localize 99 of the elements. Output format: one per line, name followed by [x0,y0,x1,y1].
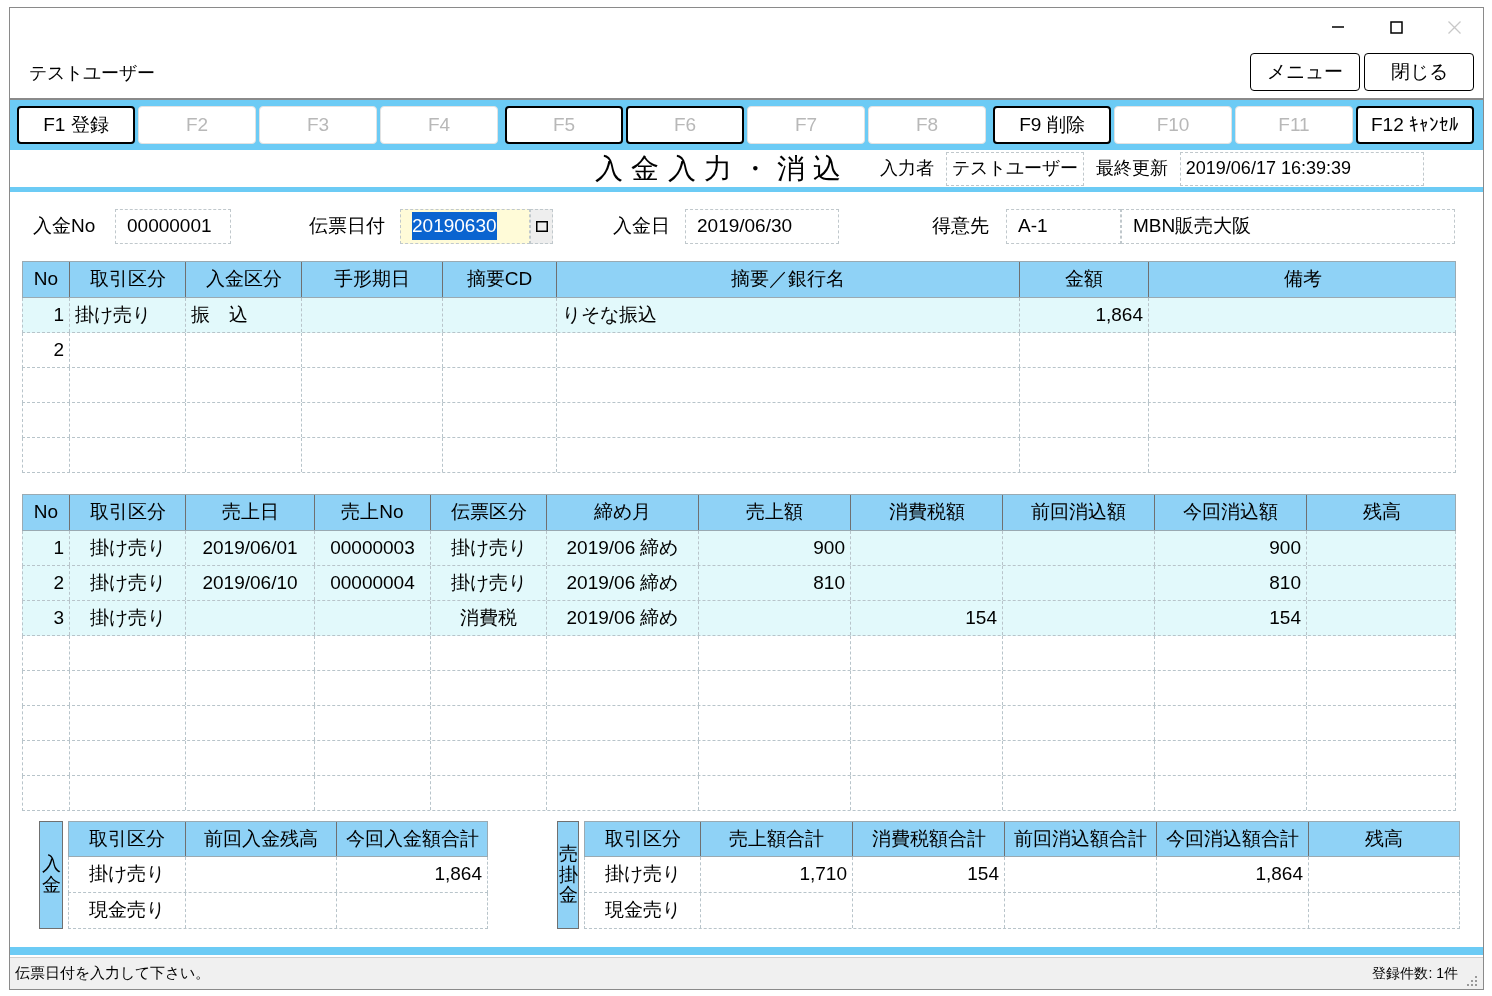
table-cell: りそな振込 [556,298,1019,332]
function-key[interactable]: F9 削除 [993,106,1111,144]
column-header: 取引区分 [69,262,185,297]
resize-grip-icon [1466,974,1478,987]
column-header: 消費税額 [850,495,1002,530]
table-cell: 2019/06/10 [185,566,314,600]
input-field[interactable]: MBN販売大阪 [1121,208,1455,244]
table-cell: 1,710 [700,857,852,892]
table-cell: 2019/06 締め [546,601,698,635]
column-header: 前回消込額合計 [1004,822,1156,856]
column-header: 金額 [1019,262,1148,297]
minimize-icon [1332,26,1344,28]
record-count: 登録件数: 1件 [1372,964,1458,983]
table-row[interactable]: 2 掛け売り 2019/06/10 00000004 掛け売り 2019/06 締め 810 810 [22,566,1456,601]
table-cell: 振 込 [185,298,301,332]
square-icon [535,220,548,232]
function-key[interactable]: F12 ｷｬﾝｾﾙ [1356,106,1474,144]
column-header: 取引区分 [88,826,166,851]
table-row[interactable]: 1 掛け売り 振 込 りそな振込 1,864 [22,298,1456,333]
table-cell: 1,864 [1019,298,1148,332]
column-header: 伝票区分 [430,495,546,530]
column-header: 残高 [1306,495,1457,530]
calendar-button[interactable] [530,208,553,244]
column-header: 前回消込額 [1002,495,1154,530]
input-field[interactable]: 2019/06/30 [685,208,839,244]
table-cell: 1,864 [1156,857,1308,892]
entered-by-field[interactable]: テストユーザー [945,151,1084,186]
table-cell: 154 [850,601,1002,635]
column-header: 残高 [1308,822,1459,856]
table-cell: 00000004 [314,566,430,600]
table-cell: 154 [1154,601,1306,635]
column-header: 消費税額合計 [852,822,1004,856]
close-button[interactable]: 閉じる [1364,53,1474,91]
input-field[interactable]: A-1 [1006,208,1121,244]
table-cell: 掛け売り [430,531,546,565]
column-header: 取引区分 [603,826,682,851]
user-name: テストユーザー [29,62,155,85]
table-cell: 2019/06 締め [546,531,698,565]
field-label: 入金日 [613,213,671,238]
table-row[interactable]: 3 掛け売り 消費税 2019/06 締め 154 154 [22,601,1456,636]
table-cell-text: 掛け売り [88,862,166,887]
column-header: No [32,500,60,525]
menu-button[interactable]: メニュー [1250,53,1360,91]
column-header: No [32,267,60,292]
table-cell-text: 現金売り [88,898,166,923]
table-cell: 2019/06/01 [185,531,314,565]
table-cell-text: 1 [52,302,65,327]
table-row[interactable]: 1 掛け売り 2019/06/01 00000003 掛け売り 2019/06 締め 900 900 [22,531,1456,566]
entered-by-label: 入力者 [879,157,934,180]
table-cell: 掛け売り [69,531,185,565]
table-cell: 154 [852,857,1004,892]
table-cell: 810 [698,566,850,600]
screen-title: 入金入力・消込 [595,151,850,186]
field-label: 伝票日付 [309,213,386,238]
column-header: 入金区分 [185,262,301,297]
field-label: 入金No [33,213,97,238]
column-header: 手形期日 [301,262,442,297]
function-key[interactable]: F1 登録 [17,106,135,144]
maximize-icon [1389,20,1403,34]
table-cell: 1,864 [336,857,487,892]
column-header: 売上額合計 [700,822,852,856]
table-cell: 2019/06 締め [546,566,698,600]
input-field[interactable]: 00000001 [115,208,231,244]
column-header: 締め月 [546,495,698,530]
column-header: 今回消込額合計 [1156,822,1308,856]
column-header: 売上額 [698,495,850,530]
table-cell-text: 1 [52,535,65,560]
last-updated-label: 最終更新 [1095,157,1168,180]
last-updated-field[interactable]: 2019/06/17 16:39:39 [1179,151,1424,186]
status-message: 伝票日付を入力して下さい。 [15,963,210,984]
table-cell-text: 掛け売り [603,862,682,887]
table-cell: 掛け売り [69,298,185,332]
table-cell: 掛け売り [69,601,185,635]
table-cell: 消費税 [430,601,546,635]
table-cell: 810 [1154,566,1306,600]
table-cell-text: 2 [52,337,65,362]
table-cell: 900 [1154,531,1306,565]
column-header: 取引区分 [69,495,185,530]
close-icon [1447,20,1461,34]
table-cell-text: 2 [52,570,65,595]
column-header: 前回入金残高 [185,822,336,856]
field-label: 得意先 [932,213,990,238]
column-header: 備考 [1148,262,1457,297]
column-header: 今回消込額 [1154,495,1306,530]
table-cell-text: 3 [52,605,65,630]
table-cell-text: 現金売り [603,898,682,923]
table-cell: 掛け売り [69,566,185,600]
table-row[interactable]: 2 [22,333,1456,368]
column-header: 摘要／銀行名 [556,262,1019,297]
table-cell: 900 [698,531,850,565]
side-label: 入金 [39,821,63,929]
column-header: 売上日 [185,495,314,530]
column-header: 売上No [314,495,430,530]
column-header: 今回入金額合計 [336,822,487,856]
table-cell: 00000003 [314,531,430,565]
input-field[interactable]: 20190630 [400,208,530,244]
side-label: 売掛金 [557,821,579,929]
column-header: 摘要CD [442,262,556,297]
table-cell: 掛け売り [430,566,546,600]
